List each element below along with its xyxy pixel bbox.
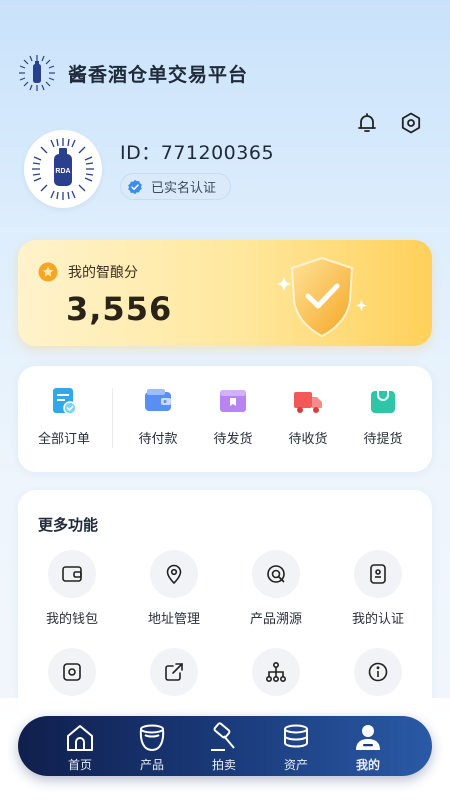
tab-products[interactable]: 产品	[122, 722, 182, 773]
func-product-trace[interactable]: 产品溯源	[226, 550, 326, 627]
func-address-management[interactable]: 地址管理	[124, 550, 224, 627]
tab-home[interactable]: 首页	[50, 722, 110, 773]
order-pending-payment-label: 待付款	[138, 432, 178, 447]
app-logo	[18, 54, 56, 92]
verify-badge[interactable]: 已实名认证	[120, 173, 232, 200]
score-value: 3,556	[66, 290, 173, 328]
func-address-management-label: 地址管理	[147, 612, 200, 627]
settings-icon[interactable]	[398, 110, 424, 136]
tab-mine[interactable]: 我的	[338, 722, 398, 773]
bottom-tab-bar: 首页 产品 拍卖 资产 我的	[18, 716, 432, 776]
more-functions-title: 更多功能	[38, 516, 99, 534]
func-my-wallet-label: 我的钱包	[45, 612, 98, 627]
id-card-icon	[370, 564, 386, 584]
func-my-certification-label: 我的认证	[351, 612, 404, 627]
tab-auction[interactable]: 拍卖	[194, 722, 254, 773]
shield-check-icon	[277, 256, 367, 338]
verify-text: 已实名认证	[151, 181, 217, 196]
order-pending-receipt-label: 待收货	[288, 432, 328, 447]
order-pending-receipt[interactable]: 待收货	[268, 386, 348, 447]
org-tree-icon	[265, 661, 286, 682]
header-actions	[354, 110, 424, 136]
order-pending-pickup[interactable]: 待提货	[343, 386, 423, 447]
assets-stack-icon	[284, 724, 308, 748]
share-link-icon	[165, 663, 183, 681]
order-pending-pickup-label: 待提货	[363, 432, 403, 447]
info-icon	[368, 662, 388, 682]
all-orders-button[interactable]: 全部订单	[24, 386, 104, 447]
bag-icon	[371, 391, 395, 413]
all-orders-label: 全部订单	[37, 432, 90, 447]
order-pending-payment[interactable]: 待付款	[118, 386, 198, 447]
orders-card: 全部订单 待付款 待发货 待收货 待提货	[18, 366, 432, 472]
camera-square-icon	[63, 663, 81, 681]
trace-icon	[267, 565, 285, 583]
app-header: 酱香酒仓单交易平台	[18, 54, 248, 92]
order-list-icon	[53, 388, 77, 415]
verified-check-icon	[128, 179, 142, 194]
func-my-wallet[interactable]: 我的钱包	[22, 550, 122, 627]
product-jar-icon	[139, 724, 165, 752]
home-icon	[67, 725, 93, 751]
box-icon	[220, 390, 246, 412]
app-title: 酱香酒仓单交易平台	[68, 63, 249, 86]
avatar-logo-text: RDA	[55, 168, 70, 175]
wallet-outline-icon	[62, 566, 82, 582]
star-badge-icon	[38, 262, 58, 282]
truck-icon	[294, 392, 322, 413]
auction-hammer-icon	[211, 722, 235, 751]
wallet-icon	[145, 389, 171, 411]
avatar[interactable]: RDA	[24, 130, 102, 208]
order-pending-shipment-label: 待发货	[213, 432, 253, 447]
order-pending-shipment[interactable]: 待发货	[193, 386, 273, 447]
more-functions-card: 更多功能 我的钱包 地址管理 产品溯源 我的认证	[18, 490, 432, 720]
user-id: ID：771200365	[120, 142, 275, 164]
tab-assets[interactable]: 资产	[266, 722, 326, 773]
bell-icon[interactable]	[354, 110, 380, 136]
location-pin-icon	[166, 564, 182, 585]
score-label: 我的智酿分	[68, 265, 138, 281]
score-card[interactable]: 我的智酿分 3,556	[18, 240, 432, 346]
profile-section: RDA ID：771200365 已实名认证	[24, 130, 274, 208]
divider	[112, 388, 113, 448]
user-icon	[356, 725, 380, 750]
func-my-certification[interactable]: 我的认证	[328, 550, 428, 627]
func-product-trace-label: 产品溯源	[249, 612, 302, 627]
